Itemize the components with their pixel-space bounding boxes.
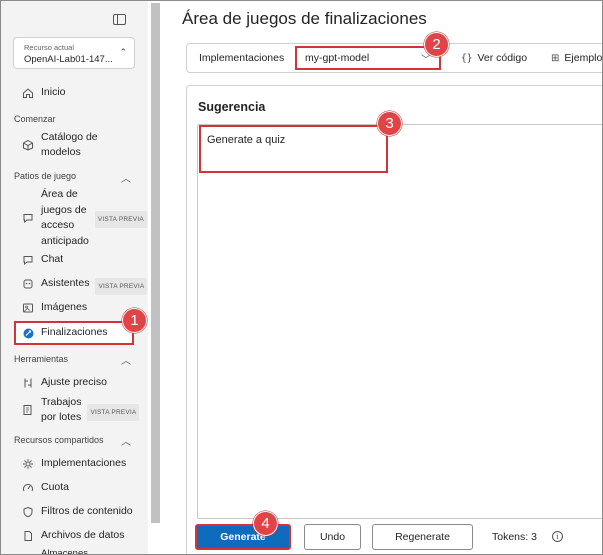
examples-button[interactable]: ⊞ Ejemplo: [551, 52, 602, 64]
deployments-label: Implementaciones: [199, 52, 285, 64]
deployments-icon: [21, 457, 35, 471]
collapse-sidebar-icon[interactable]: [113, 14, 126, 25]
storage-icon: [21, 547, 35, 554]
info-icon[interactable]: i: [552, 531, 563, 542]
sidebar-item-label: Cuota: [41, 481, 70, 493]
deployment-value: my-gpt-model: [305, 52, 370, 64]
sidebar-item-label: Archivos de datos: [41, 529, 125, 541]
assistant-icon: [21, 277, 35, 291]
preview-badge: VISTA PREVIA: [94, 211, 147, 228]
sidebar-item-label: Catálogo de modelos: [41, 131, 98, 158]
view-code-button[interactable]: {} Ver código: [461, 52, 527, 64]
sidebar-item-label: Inicio: [41, 86, 66, 98]
grid-icon: ⊞: [551, 53, 560, 64]
sidebar-item-label: Área de: [41, 188, 78, 200]
sidebar-item-fine-tuning[interactable]: Ajuste preciso: [21, 375, 107, 390]
sidebar-item-images[interactable]: Imágenes: [21, 300, 87, 315]
sidebar-item-batch-jobs[interactable]: Trabajos por lotes VISTA PREVIA: [21, 395, 140, 425]
chevron-up-icon[interactable]: ︿: [121, 352, 131, 367]
window-frame: Recurso actual OpenAI-Lab01-147... ⌃ Ini…: [0, 0, 603, 555]
resource-name: OpenAI-Lab01-147...: [24, 54, 113, 65]
quota-icon: [21, 481, 35, 495]
sidebar-item-label: acceso: [41, 219, 75, 231]
section-shared-resources: Recursos compartidos: [14, 435, 104, 445]
chevron-up-icon[interactable]: ︿: [121, 433, 131, 448]
sidebar-item-assistants[interactable]: Asistentes VISTA PREVIA: [21, 276, 148, 295]
sidebar-item-chat[interactable]: Chat: [21, 252, 63, 267]
token-count: Tokens: 3: [492, 531, 537, 543]
code-braces-icon: {}: [461, 53, 473, 64]
batch-icon: [21, 403, 35, 417]
sidebar-item-label: Finalizaciones: [41, 326, 108, 338]
sidebar-item-quota[interactable]: Cuota: [21, 480, 69, 495]
completions-icon: [21, 326, 35, 340]
preview-badge: VISTA PREVIA: [95, 278, 148, 295]
home-icon: [21, 86, 35, 100]
main-content: Área de juegos de finalizaciones Impleme…: [164, 1, 602, 554]
completions-panel: Sugerencia Generate a quiz Generate Undo…: [186, 85, 602, 554]
chevron-up-icon[interactable]: ︿: [121, 170, 131, 185]
sidebar-item-label: Filtros de contenido: [41, 505, 133, 517]
sidebar-item-content-filters[interactable]: Filtros de contenido: [21, 504, 133, 519]
resource-caption: Recurso actual: [24, 43, 75, 52]
tuning-icon: [21, 376, 35, 390]
view-code-label: Ver código: [477, 52, 528, 64]
sidebar-item-label: Asistentes: [41, 277, 90, 289]
examples-label: Ejemplo: [564, 52, 603, 64]
sidebar-item-label: Trabajos: [41, 396, 82, 408]
sidebar-item-storage[interactable]: Almacenes: [21, 546, 88, 555]
resource-selector[interactable]: Recurso actual OpenAI-Lab01-147... ⌃: [13, 37, 135, 69]
chat-bubble-icon: [21, 211, 35, 225]
step-marker-4: 4: [253, 511, 278, 536]
undo-button[interactable]: Undo: [304, 524, 361, 550]
sidebar-item-completions-content[interactable]: Finalizaciones: [21, 325, 108, 340]
preview-badge: VISTA PREVIA: [87, 404, 140, 421]
chat-icon: [21, 253, 35, 267]
sidebar-item-label: Implementaciones: [41, 457, 127, 469]
sidebar-item-deployments[interactable]: Implementaciones: [21, 456, 126, 471]
sidebar: Recurso actual OpenAI-Lab01-147... ⌃ Ini…: [1, 1, 148, 555]
section-tools: Herramientas: [14, 354, 69, 364]
sidebar-item-label: juegos de: [41, 203, 87, 216]
page-title: Área de juegos de finalizaciones: [182, 9, 427, 28]
sidebar-scrollbar-thumb[interactable]: [151, 3, 160, 523]
shield-icon: [21, 505, 35, 519]
file-icon: [21, 529, 35, 543]
section-playgrounds: Patios de juego: [14, 171, 77, 181]
section-start: Comenzar: [14, 114, 56, 124]
sidebar-item-label: Ajuste preciso: [41, 376, 107, 388]
step-marker-3: 3: [377, 111, 402, 136]
sidebar-item-label: Chat: [41, 253, 64, 265]
deployment-select[interactable]: my-gpt-model ﹀: [295, 46, 441, 70]
image-icon: [21, 301, 35, 315]
sidebar-item-home[interactable]: Inicio: [21, 85, 66, 100]
sidebar-item-label: por lotes: [41, 411, 82, 423]
regenerate-button[interactable]: Regenerate: [372, 524, 473, 550]
sidebar-item-early-access[interactable]: Área de juegos de acceso anticipado VIST…: [21, 187, 147, 249]
step-marker-2: 2: [424, 32, 449, 57]
sidebar-item-label: Almacenes: [41, 548, 88, 555]
prompt-highlight: [199, 125, 388, 173]
sidebar-item-label: anticipado: [41, 234, 89, 247]
cube-icon: [21, 138, 35, 152]
suggestion-label: Sugerencia: [198, 100, 266, 114]
deployment-toolbar: Implementaciones my-gpt-model ﹀ {} Ver có…: [186, 43, 602, 73]
prompt-text: Generate a quiz: [207, 134, 286, 146]
sidebar-item-data-files[interactable]: Archivos de datos: [21, 528, 124, 543]
prompt-textarea[interactable]: [197, 124, 602, 519]
sidebar-item-label: Imágenes: [41, 301, 88, 313]
step-marker-1: 1: [122, 308, 147, 333]
chevron-updown-icon: ⌃: [119, 47, 127, 57]
sidebar-item-model-catalog[interactable]: Catálogo de modelos: [21, 130, 131, 160]
